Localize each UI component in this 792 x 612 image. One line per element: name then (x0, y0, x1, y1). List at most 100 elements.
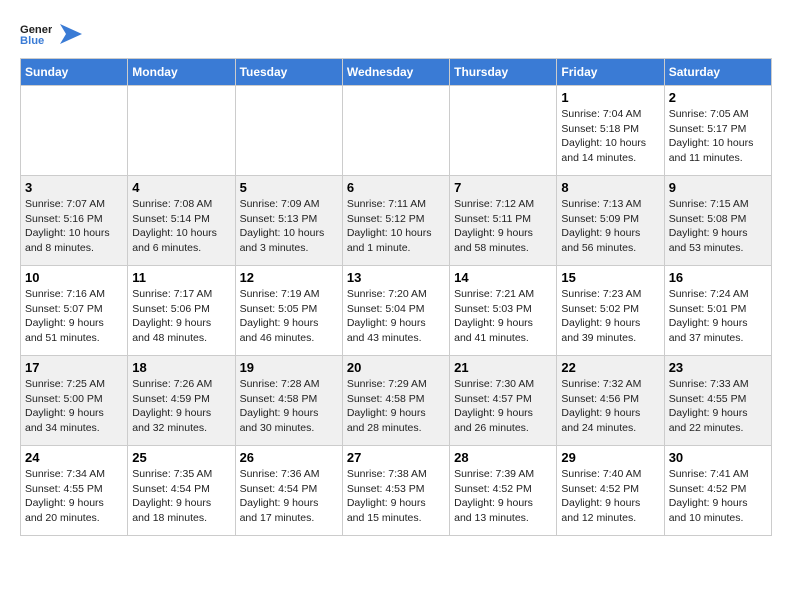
calendar-cell: 22 Sunrise: 7:32 AM Sunset: 4:56 PM Dayli… (557, 356, 664, 446)
day-info: Sunrise: 7:15 AM Sunset: 5:08 PM Dayligh… (669, 197, 767, 256)
day-info: Sunrise: 7:04 AM Sunset: 5:18 PM Dayligh… (561, 107, 659, 166)
day-number: 23 (669, 360, 767, 375)
day-number: 11 (132, 270, 230, 285)
day-number: 22 (561, 360, 659, 375)
day-number: 17 (25, 360, 123, 375)
calendar-week-row: 1 Sunrise: 7:04 AM Sunset: 5:18 PM Daylig… (21, 86, 772, 176)
calendar-cell: 24 Sunrise: 7:34 AM Sunset: 4:55 PM Dayli… (21, 446, 128, 536)
page-header: General Blue (20, 20, 772, 48)
day-info: Sunrise: 7:11 AM Sunset: 5:12 PM Dayligh… (347, 197, 445, 256)
day-info: Sunrise: 7:39 AM Sunset: 4:52 PM Dayligh… (454, 467, 552, 526)
day-number: 24 (25, 450, 123, 465)
day-number: 3 (25, 180, 123, 195)
calendar-cell: 7Sunrise: 7:12 AM Sunset: 5:11 PM Daylig… (450, 176, 557, 266)
day-info: Sunrise: 7:08 AM Sunset: 5:14 PM Dayligh… (132, 197, 230, 256)
day-info: Sunrise: 7:29 AM Sunset: 4:58 PM Dayligh… (347, 377, 445, 436)
day-info: Sunrise: 7:36 AM Sunset: 4:54 PM Dayligh… (240, 467, 338, 526)
calendar-table: SundayMondayTuesdayWednesdayThursdayFrid… (20, 58, 772, 536)
day-number: 2 (669, 90, 767, 105)
day-info: Sunrise: 7:24 AM Sunset: 5:01 PM Dayligh… (669, 287, 767, 346)
day-number: 25 (132, 450, 230, 465)
calendar-cell: 25 Sunrise: 7:35 AM Sunset: 4:54 PM Dayli… (128, 446, 235, 536)
day-info: Sunrise: 7:09 AM Sunset: 5:13 PM Dayligh… (240, 197, 338, 256)
calendar-cell: 26 Sunrise: 7:36 AM Sunset: 4:54 PM Dayli… (235, 446, 342, 536)
day-info: Sunrise: 7:40 AM Sunset: 4:52 PM Dayligh… (561, 467, 659, 526)
svg-text:Blue: Blue (20, 35, 44, 47)
weekday-header: Thursday (450, 59, 557, 86)
day-info: Sunrise: 7:05 AM Sunset: 5:17 PM Dayligh… (669, 107, 767, 166)
day-number: 29 (561, 450, 659, 465)
calendar-cell: 12 Sunrise: 7:19 AM Sunset: 5:05 PM Dayli… (235, 266, 342, 356)
calendar-cell: 2 Sunrise: 7:05 AM Sunset: 5:17 PM Daylig… (664, 86, 771, 176)
calendar-cell: 16 Sunrise: 7:24 AM Sunset: 5:01 PM Dayli… (664, 266, 771, 356)
calendar-cell: 8 Sunrise: 7:13 AM Sunset: 5:09 PM Daylig… (557, 176, 664, 266)
day-number: 1 (561, 90, 659, 105)
calendar-cell: 21Sunrise: 7:30 AM Sunset: 4:57 PM Dayli… (450, 356, 557, 446)
day-number: 5 (240, 180, 338, 195)
calendar-cell: 9Sunrise: 7:15 AM Sunset: 5:08 PM Daylig… (664, 176, 771, 266)
weekday-header: Sunday (21, 59, 128, 86)
calendar-cell: 15 Sunrise: 7:23 AM Sunset: 5:02 PM Dayli… (557, 266, 664, 356)
weekday-header: Tuesday (235, 59, 342, 86)
day-number: 15 (561, 270, 659, 285)
weekday-header: Friday (557, 59, 664, 86)
day-number: 19 (240, 360, 338, 375)
day-number: 20 (347, 360, 445, 375)
day-info: Sunrise: 7:12 AM Sunset: 5:11 PM Dayligh… (454, 197, 552, 256)
calendar-week-row: 3 Sunrise: 7:07 AM Sunset: 5:16 PM Daylig… (21, 176, 772, 266)
day-info: Sunrise: 7:21 AM Sunset: 5:03 PM Dayligh… (454, 287, 552, 346)
day-info: Sunrise: 7:34 AM Sunset: 4:55 PM Dayligh… (25, 467, 123, 526)
calendar-cell: 18 Sunrise: 7:26 AM Sunset: 4:59 PM Dayli… (128, 356, 235, 446)
day-number: 28 (454, 450, 552, 465)
calendar-week-row: 17Sunrise: 7:25 AM Sunset: 5:00 PM Dayli… (21, 356, 772, 446)
logo-arrow-icon (60, 24, 82, 44)
calendar-cell: 13 Sunrise: 7:20 AM Sunset: 5:04 PM Dayli… (342, 266, 449, 356)
calendar-cell: 20 Sunrise: 7:29 AM Sunset: 4:58 PM Dayli… (342, 356, 449, 446)
calendar-body: 1 Sunrise: 7:04 AM Sunset: 5:18 PM Daylig… (21, 86, 772, 536)
day-info: Sunrise: 7:07 AM Sunset: 5:16 PM Dayligh… (25, 197, 123, 256)
calendar-cell: 10 Sunrise: 7:16 AM Sunset: 5:07 PM Dayli… (21, 266, 128, 356)
day-info: Sunrise: 7:16 AM Sunset: 5:07 PM Dayligh… (25, 287, 123, 346)
calendar-week-row: 10 Sunrise: 7:16 AM Sunset: 5:07 PM Dayli… (21, 266, 772, 356)
calendar-cell (128, 86, 235, 176)
day-number: 8 (561, 180, 659, 195)
day-number: 18 (132, 360, 230, 375)
calendar-cell: 11 Sunrise: 7:17 AM Sunset: 5:06 PM Dayli… (128, 266, 235, 356)
day-info: Sunrise: 7:19 AM Sunset: 5:05 PM Dayligh… (240, 287, 338, 346)
day-info: Sunrise: 7:26 AM Sunset: 4:59 PM Dayligh… (132, 377, 230, 436)
day-info: Sunrise: 7:17 AM Sunset: 5:06 PM Dayligh… (132, 287, 230, 346)
svg-text:General: General (20, 24, 52, 36)
logo-icon: General Blue (20, 20, 52, 48)
day-info: Sunrise: 7:35 AM Sunset: 4:54 PM Dayligh… (132, 467, 230, 526)
day-number: 26 (240, 450, 338, 465)
calendar-cell (450, 86, 557, 176)
calendar-cell: 4 Sunrise: 7:08 AM Sunset: 5:14 PM Daylig… (128, 176, 235, 266)
calendar-cell (235, 86, 342, 176)
calendar-cell: 6 Sunrise: 7:11 AM Sunset: 5:12 PM Daylig… (342, 176, 449, 266)
calendar-cell: 30 Sunrise: 7:41 AM Sunset: 4:52 PM Dayli… (664, 446, 771, 536)
calendar-cell: 17Sunrise: 7:25 AM Sunset: 5:00 PM Dayli… (21, 356, 128, 446)
day-info: Sunrise: 7:23 AM Sunset: 5:02 PM Dayligh… (561, 287, 659, 346)
day-number: 4 (132, 180, 230, 195)
day-info: Sunrise: 7:13 AM Sunset: 5:09 PM Dayligh… (561, 197, 659, 256)
day-number: 14 (454, 270, 552, 285)
day-info: Sunrise: 7:28 AM Sunset: 4:58 PM Dayligh… (240, 377, 338, 436)
day-number: 10 (25, 270, 123, 285)
day-number: 30 (669, 450, 767, 465)
day-number: 13 (347, 270, 445, 285)
calendar-cell: 28 Sunrise: 7:39 AM Sunset: 4:52 PM Dayli… (450, 446, 557, 536)
day-info: Sunrise: 7:30 AM Sunset: 4:57 PM Dayligh… (454, 377, 552, 436)
day-info: Sunrise: 7:20 AM Sunset: 5:04 PM Dayligh… (347, 287, 445, 346)
day-number: 6 (347, 180, 445, 195)
calendar-cell (342, 86, 449, 176)
logo: General Blue (20, 20, 82, 48)
day-number: 12 (240, 270, 338, 285)
calendar-header-row: SundayMondayTuesdayWednesdayThursdayFrid… (21, 59, 772, 86)
weekday-header: Saturday (664, 59, 771, 86)
day-info: Sunrise: 7:32 AM Sunset: 4:56 PM Dayligh… (561, 377, 659, 436)
calendar-cell: 27Sunrise: 7:38 AM Sunset: 4:53 PM Dayli… (342, 446, 449, 536)
day-info: Sunrise: 7:41 AM Sunset: 4:52 PM Dayligh… (669, 467, 767, 526)
calendar-week-row: 24 Sunrise: 7:34 AM Sunset: 4:55 PM Dayli… (21, 446, 772, 536)
day-number: 16 (669, 270, 767, 285)
calendar-cell (21, 86, 128, 176)
